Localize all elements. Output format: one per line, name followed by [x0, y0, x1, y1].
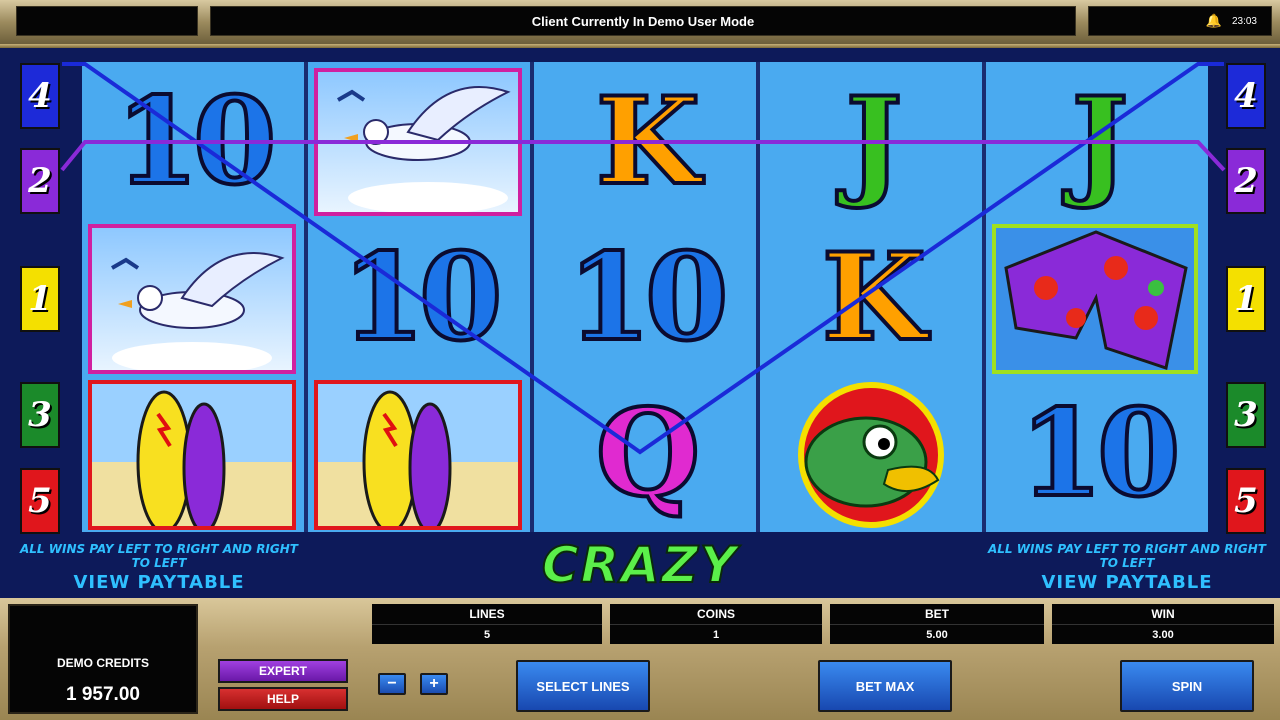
help-button[interactable]: HELP	[218, 687, 348, 711]
select-lines-button[interactable]: SELECT LINES	[516, 660, 650, 712]
credits-display: DEMO CREDITS 1 957.00	[8, 604, 198, 714]
win-rule-left: ALL WINS PAY LEFT TO RIGHT AND RIGHT TO …	[20, 542, 298, 570]
payline-4	[62, 62, 1224, 455]
coins-label: COINS	[610, 604, 822, 624]
decrease-button[interactable]: −	[378, 673, 406, 695]
lines-value: 5	[372, 624, 602, 644]
bet-value: 5.00	[830, 624, 1044, 644]
paylines-overlay	[60, 62, 1226, 455]
win-value: 3.00	[1052, 624, 1274, 644]
bet-max-button[interactable]: BET MAX	[818, 660, 952, 712]
view-paytable-left[interactable]: VIEW PAYTABLE	[14, 572, 304, 593]
win-rule-right: ALL WINS PAY LEFT TO RIGHT AND RIGHT TO …	[988, 542, 1266, 570]
coins-value: 1	[610, 624, 822, 644]
spin-button[interactable]: SPIN	[1120, 660, 1254, 712]
increase-button[interactable]: +	[420, 673, 448, 695]
view-paytable-right[interactable]: VIEW PAYTABLE	[982, 572, 1272, 593]
lines-label: LINES	[372, 604, 602, 624]
expert-button[interactable]: EXPERT	[218, 659, 348, 683]
bet-label: BET	[830, 604, 1044, 624]
credits-label: DEMO CREDITS	[56, 656, 149, 670]
credits-value: 1 957.00	[66, 684, 140, 705]
win-label: WIN	[1052, 604, 1274, 624]
